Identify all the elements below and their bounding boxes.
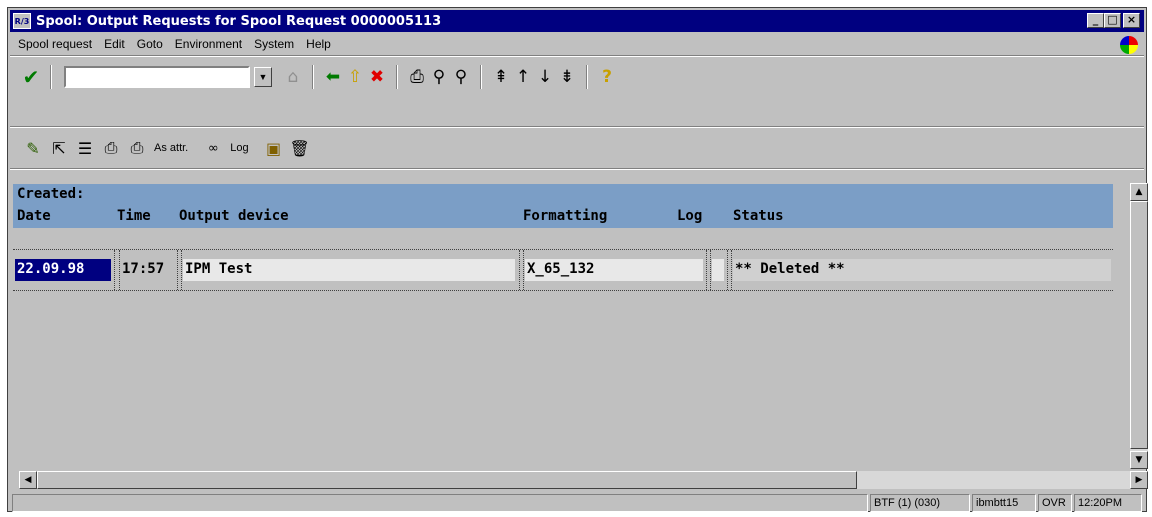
find-next-icon[interactable]: ⚲ [450, 66, 472, 88]
previous-page-icon[interactable]: ↑ [512, 66, 534, 88]
scroll-down-icon[interactable]: ▼ [1130, 451, 1148, 469]
toolbar-divider [480, 65, 482, 89]
column-separator [727, 250, 728, 290]
cell-formatting[interactable]: X_65_132 [525, 259, 703, 281]
menu-environment[interactable]: Environment [175, 37, 242, 51]
vertical-scrollbar[interactable]: ▲ ▼ [1130, 183, 1148, 469]
log-glasses-icon[interactable]: ∞ [202, 137, 224, 159]
enter-check-icon[interactable]: ✔ [20, 65, 42, 89]
log-button[interactable]: Log [230, 142, 248, 154]
first-page-icon[interactable]: ⇞ [490, 66, 512, 88]
find-icon[interactable]: ⚲ [428, 66, 450, 88]
column-header-formatting[interactable]: Formatting [523, 208, 607, 224]
table-row[interactable]: 22.09.98 17:57 IPM Test X_65_132 ** Dele… [13, 249, 1113, 291]
sap-logo-icon [1120, 36, 1138, 54]
toolbar-divider [312, 65, 314, 89]
maximize-button[interactable]: □ [1104, 13, 1121, 28]
sap-window-icon[interactable]: R/3 [13, 13, 31, 29]
print-icon[interactable]: ⎙ [406, 66, 428, 88]
save-icon[interactable]: ⌂ [282, 66, 304, 88]
horizontal-scrollbar[interactable]: ◀ ▶ [19, 471, 1148, 489]
horizontal-scroll-thumb[interactable] [37, 471, 857, 489]
menu-help[interactable]: Help [306, 37, 331, 51]
column-header-status[interactable]: Status [733, 208, 784, 224]
status-bar: BTF (1) (030) ibmbtt15 OVR 12:20PM [12, 494, 1144, 512]
status-system[interactable]: BTF (1) (030) [870, 494, 970, 512]
command-field[interactable] [64, 66, 250, 88]
cancel-icon[interactable]: ✖ [366, 66, 388, 88]
content-separator [10, 168, 1144, 170]
standard-toolbar: ✔ ▼ ⌂ ⬅ ⇧ ✖ ⎙ ⚲ ⚲ ⇞ ↑ ↓ ⇟ ? [10, 58, 1144, 96]
vertical-scroll-thumb[interactable] [1130, 201, 1148, 449]
back-arrow-icon[interactable]: ⬅ [322, 66, 344, 88]
cell-log[interactable] [712, 259, 724, 281]
toolbar-divider [586, 65, 588, 89]
print-icon[interactable]: ⎙ [100, 137, 122, 159]
toolbar-divider [396, 65, 398, 89]
menu-system[interactable]: System [254, 37, 294, 51]
column-header-time[interactable]: Time [117, 208, 151, 224]
minimize-button[interactable]: _ [1087, 13, 1104, 28]
request-icon[interactable]: ▣ [263, 137, 285, 159]
sap-window: R/3 Spool: Output Requests for Spool Req… [7, 7, 1148, 512]
last-page-icon[interactable]: ⇟ [556, 66, 578, 88]
as-attr-button[interactable]: As attr. [154, 142, 188, 154]
application-toolbar: ✎ ⇱ ☰ ⎙ ⎙ As attr. ∞ Log ▣ 🗑 [10, 134, 1144, 162]
cell-time[interactable]: 17:57 [120, 259, 176, 281]
column-separator [731, 250, 732, 290]
cell-date[interactable]: 22.09.98 [15, 259, 111, 281]
toolbar-separator [10, 126, 1144, 128]
created-header-row: Created: [13, 184, 1113, 206]
exit-up-arrow-icon[interactable]: ⇧ [344, 66, 366, 88]
cell-status[interactable]: ** Deleted ** [733, 259, 1111, 281]
menu-separator [10, 55, 1144, 57]
next-page-icon[interactable]: ↓ [534, 66, 556, 88]
scroll-left-icon[interactable]: ◀ [19, 471, 37, 489]
command-field-group: ▼ [64, 66, 272, 88]
menu-bar: Spool request Edit Goto Environment Syst… [10, 34, 1144, 54]
window-controls: _ □ × [1087, 13, 1140, 28]
status-time: 12:20PM [1074, 494, 1142, 512]
menu-edit[interactable]: Edit [104, 37, 125, 51]
scroll-up-icon[interactable]: ▲ [1130, 183, 1148, 201]
created-label: Created: [17, 186, 85, 202]
menu-spool-request[interactable]: Spool request [18, 37, 92, 51]
title-bar[interactable]: R/3 Spool: Output Requests for Spool Req… [10, 10, 1144, 32]
delete-trash-icon[interactable]: 🗑 [289, 137, 311, 159]
select-icon[interactable]: ⇱ [48, 137, 70, 159]
column-separator [706, 250, 707, 290]
column-separator [519, 250, 520, 290]
column-header-log[interactable]: Log [677, 208, 702, 224]
edit-icon[interactable]: ✎ [22, 137, 44, 159]
column-header-date[interactable]: Date [17, 208, 51, 224]
column-separator [523, 250, 524, 290]
column-separator [710, 250, 711, 290]
column-separator [114, 250, 115, 290]
toolbar-divider [50, 65, 52, 89]
command-dropdown-button[interactable]: ▼ [254, 67, 272, 87]
close-button[interactable]: × [1123, 13, 1140, 28]
scroll-right-icon[interactable]: ▶ [1130, 471, 1148, 489]
print-with-attributes-icon[interactable]: ⎙ [126, 137, 148, 159]
column-separator [177, 250, 178, 290]
help-icon[interactable]: ? [596, 66, 618, 88]
status-server[interactable]: ibmbtt15 [972, 494, 1036, 512]
column-header-row: Date Time Output device Formatting Log S… [13, 206, 1113, 228]
cell-output-device[interactable]: IPM Test [183, 259, 515, 281]
status-message [12, 494, 868, 512]
menu-goto[interactable]: Goto [137, 37, 163, 51]
window-title: Spool: Output Requests for Spool Request… [36, 13, 442, 29]
column-header-output-device[interactable]: Output device [179, 208, 289, 224]
status-mode[interactable]: OVR [1038, 494, 1072, 512]
list-icon[interactable]: ☰ [74, 137, 96, 159]
column-separator [181, 250, 182, 290]
